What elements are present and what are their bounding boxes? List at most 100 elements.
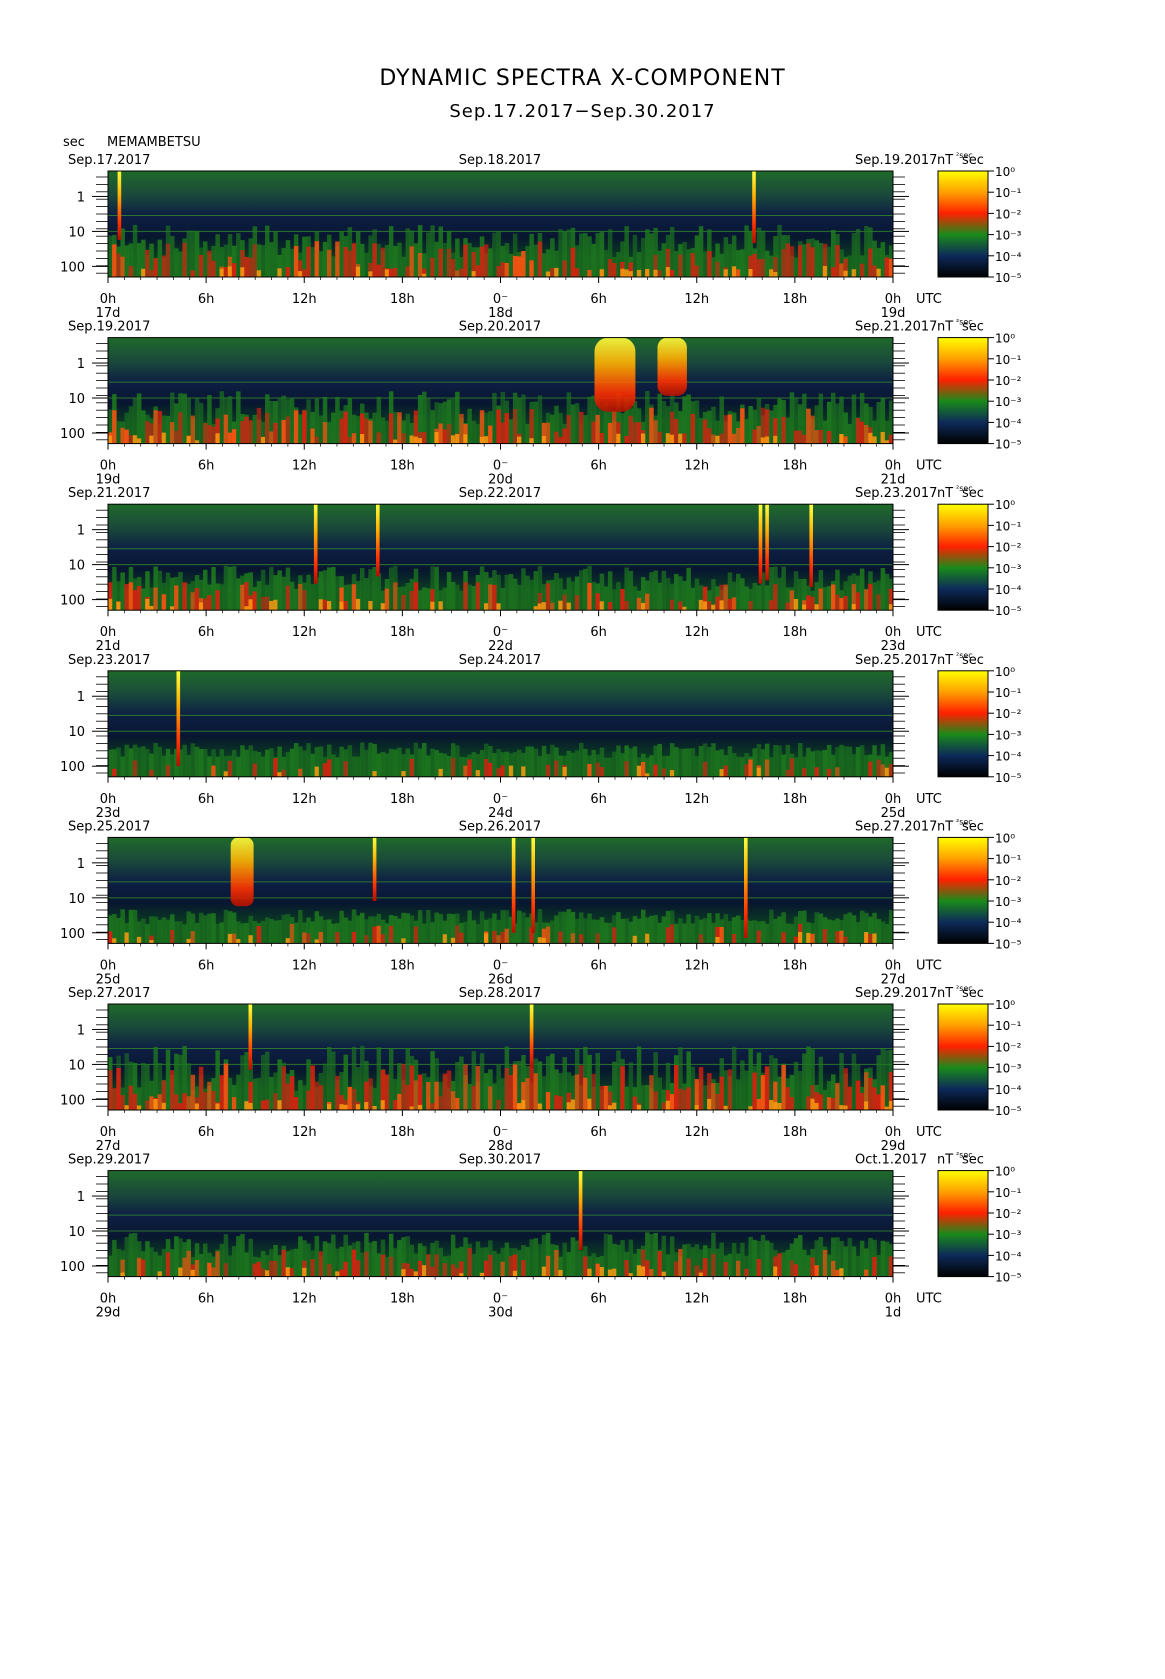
activity-column	[702, 918, 708, 944]
x-tick-label: 12h	[684, 1125, 709, 1140]
activity-column	[215, 234, 220, 277]
activity-power	[215, 590, 220, 611]
activity-power	[653, 420, 658, 444]
activity-power	[215, 1251, 220, 1277]
activity-power	[661, 1102, 667, 1110]
activity-column	[537, 1244, 543, 1277]
burst-event	[230, 837, 254, 907]
activity-peak	[587, 1268, 592, 1277]
activity-column	[256, 752, 262, 777]
activity-power	[723, 1262, 729, 1277]
activity-power	[302, 932, 307, 944]
activity-column	[574, 750, 580, 777]
activity-power	[612, 263, 617, 277]
activity-peak	[760, 437, 766, 444]
activity-power	[872, 1087, 877, 1110]
colorbar-label: 10⁻⁴	[995, 750, 1022, 764]
activity-column	[731, 753, 737, 777]
activity-column	[380, 752, 386, 777]
activity-column	[785, 1249, 791, 1277]
activity-column	[752, 920, 757, 944]
activity-peak	[422, 1265, 427, 1277]
activity-power	[806, 1096, 811, 1110]
y-tick-label: 1	[77, 690, 85, 705]
activity-power	[463, 1064, 468, 1110]
activity-column	[260, 920, 266, 944]
activity-column	[603, 922, 609, 944]
activity-column	[727, 746, 733, 777]
activity-column	[244, 922, 249, 944]
activity-column	[682, 1244, 687, 1277]
activity-power	[190, 931, 196, 944]
activity-power	[434, 1254, 439, 1277]
activity-power	[170, 1070, 175, 1110]
activity-power	[413, 1080, 419, 1110]
activity-power	[711, 1083, 716, 1110]
activity-peak	[442, 934, 448, 944]
activity-column	[124, 1237, 129, 1277]
activity-column	[529, 746, 534, 777]
activity-peak	[124, 1105, 129, 1110]
activity-column	[517, 584, 522, 611]
activity-power	[186, 1096, 191, 1110]
activity-peak	[707, 1098, 712, 1110]
activity-column	[674, 251, 679, 277]
activity-column	[327, 919, 332, 944]
activity-column	[153, 916, 158, 944]
activity-column	[327, 1046, 332, 1110]
activity-peak	[645, 773, 650, 777]
activity-power	[372, 926, 377, 944]
activity-power	[802, 434, 807, 444]
activity-peak	[694, 1105, 700, 1110]
activity-power	[273, 758, 278, 777]
activity-column	[322, 1063, 328, 1110]
activity-column	[884, 1241, 890, 1277]
activity-power	[607, 422, 613, 444]
activity-power	[876, 1094, 881, 1110]
activity-column	[872, 745, 877, 777]
activity-column	[566, 750, 572, 777]
activity-column	[149, 1247, 154, 1277]
activity-column	[686, 567, 691, 611]
activity-column	[492, 753, 497, 777]
activity-column	[492, 232, 497, 277]
activity-column	[422, 923, 427, 944]
activity-column	[306, 1243, 311, 1277]
activity-peak	[851, 604, 857, 611]
activity-column	[711, 257, 716, 277]
activity-column	[839, 1053, 844, 1110]
activity-column	[632, 746, 638, 777]
activity-peak	[339, 601, 344, 611]
x-tick-label: 0h	[100, 625, 117, 640]
activity-column	[331, 1051, 336, 1110]
activity-column	[826, 586, 832, 611]
activity-peak	[132, 435, 138, 444]
activity-power	[744, 764, 749, 777]
x-tick-label: 0h	[885, 625, 902, 640]
activity-peak	[641, 1266, 646, 1277]
activity-power	[484, 1260, 489, 1277]
activity-column	[607, 922, 613, 944]
activity-column	[773, 745, 778, 777]
activity-power	[475, 1066, 481, 1110]
activity-power	[322, 422, 328, 444]
activity-column	[645, 391, 650, 444]
activity-column	[219, 584, 225, 611]
activity-power	[843, 595, 848, 611]
x-tick-label: 0h	[885, 958, 902, 973]
activity-power	[628, 415, 634, 444]
activity-column	[624, 1086, 629, 1110]
activity-column	[864, 226, 869, 277]
activity-power	[864, 589, 869, 611]
spike-event	[744, 837, 748, 939]
activity-power	[409, 758, 415, 777]
activity-power	[347, 1086, 353, 1110]
panel-left-date: Sep.17.2017	[68, 153, 150, 168]
activity-power	[227, 760, 233, 777]
activity-column	[231, 749, 237, 777]
activity-column	[322, 919, 328, 944]
spectra-panels: Sep.17.2017 Sep.18.2017 Sep.19.2017 nT ²secs…	[60, 151, 1022, 1321]
activity-power	[810, 596, 815, 611]
spectra-panel-6: Sep.27.2017 Sep.28.2017 Sep.29.2017 nT ²secs…	[60, 984, 1021, 1154]
activity-power	[178, 1103, 183, 1110]
